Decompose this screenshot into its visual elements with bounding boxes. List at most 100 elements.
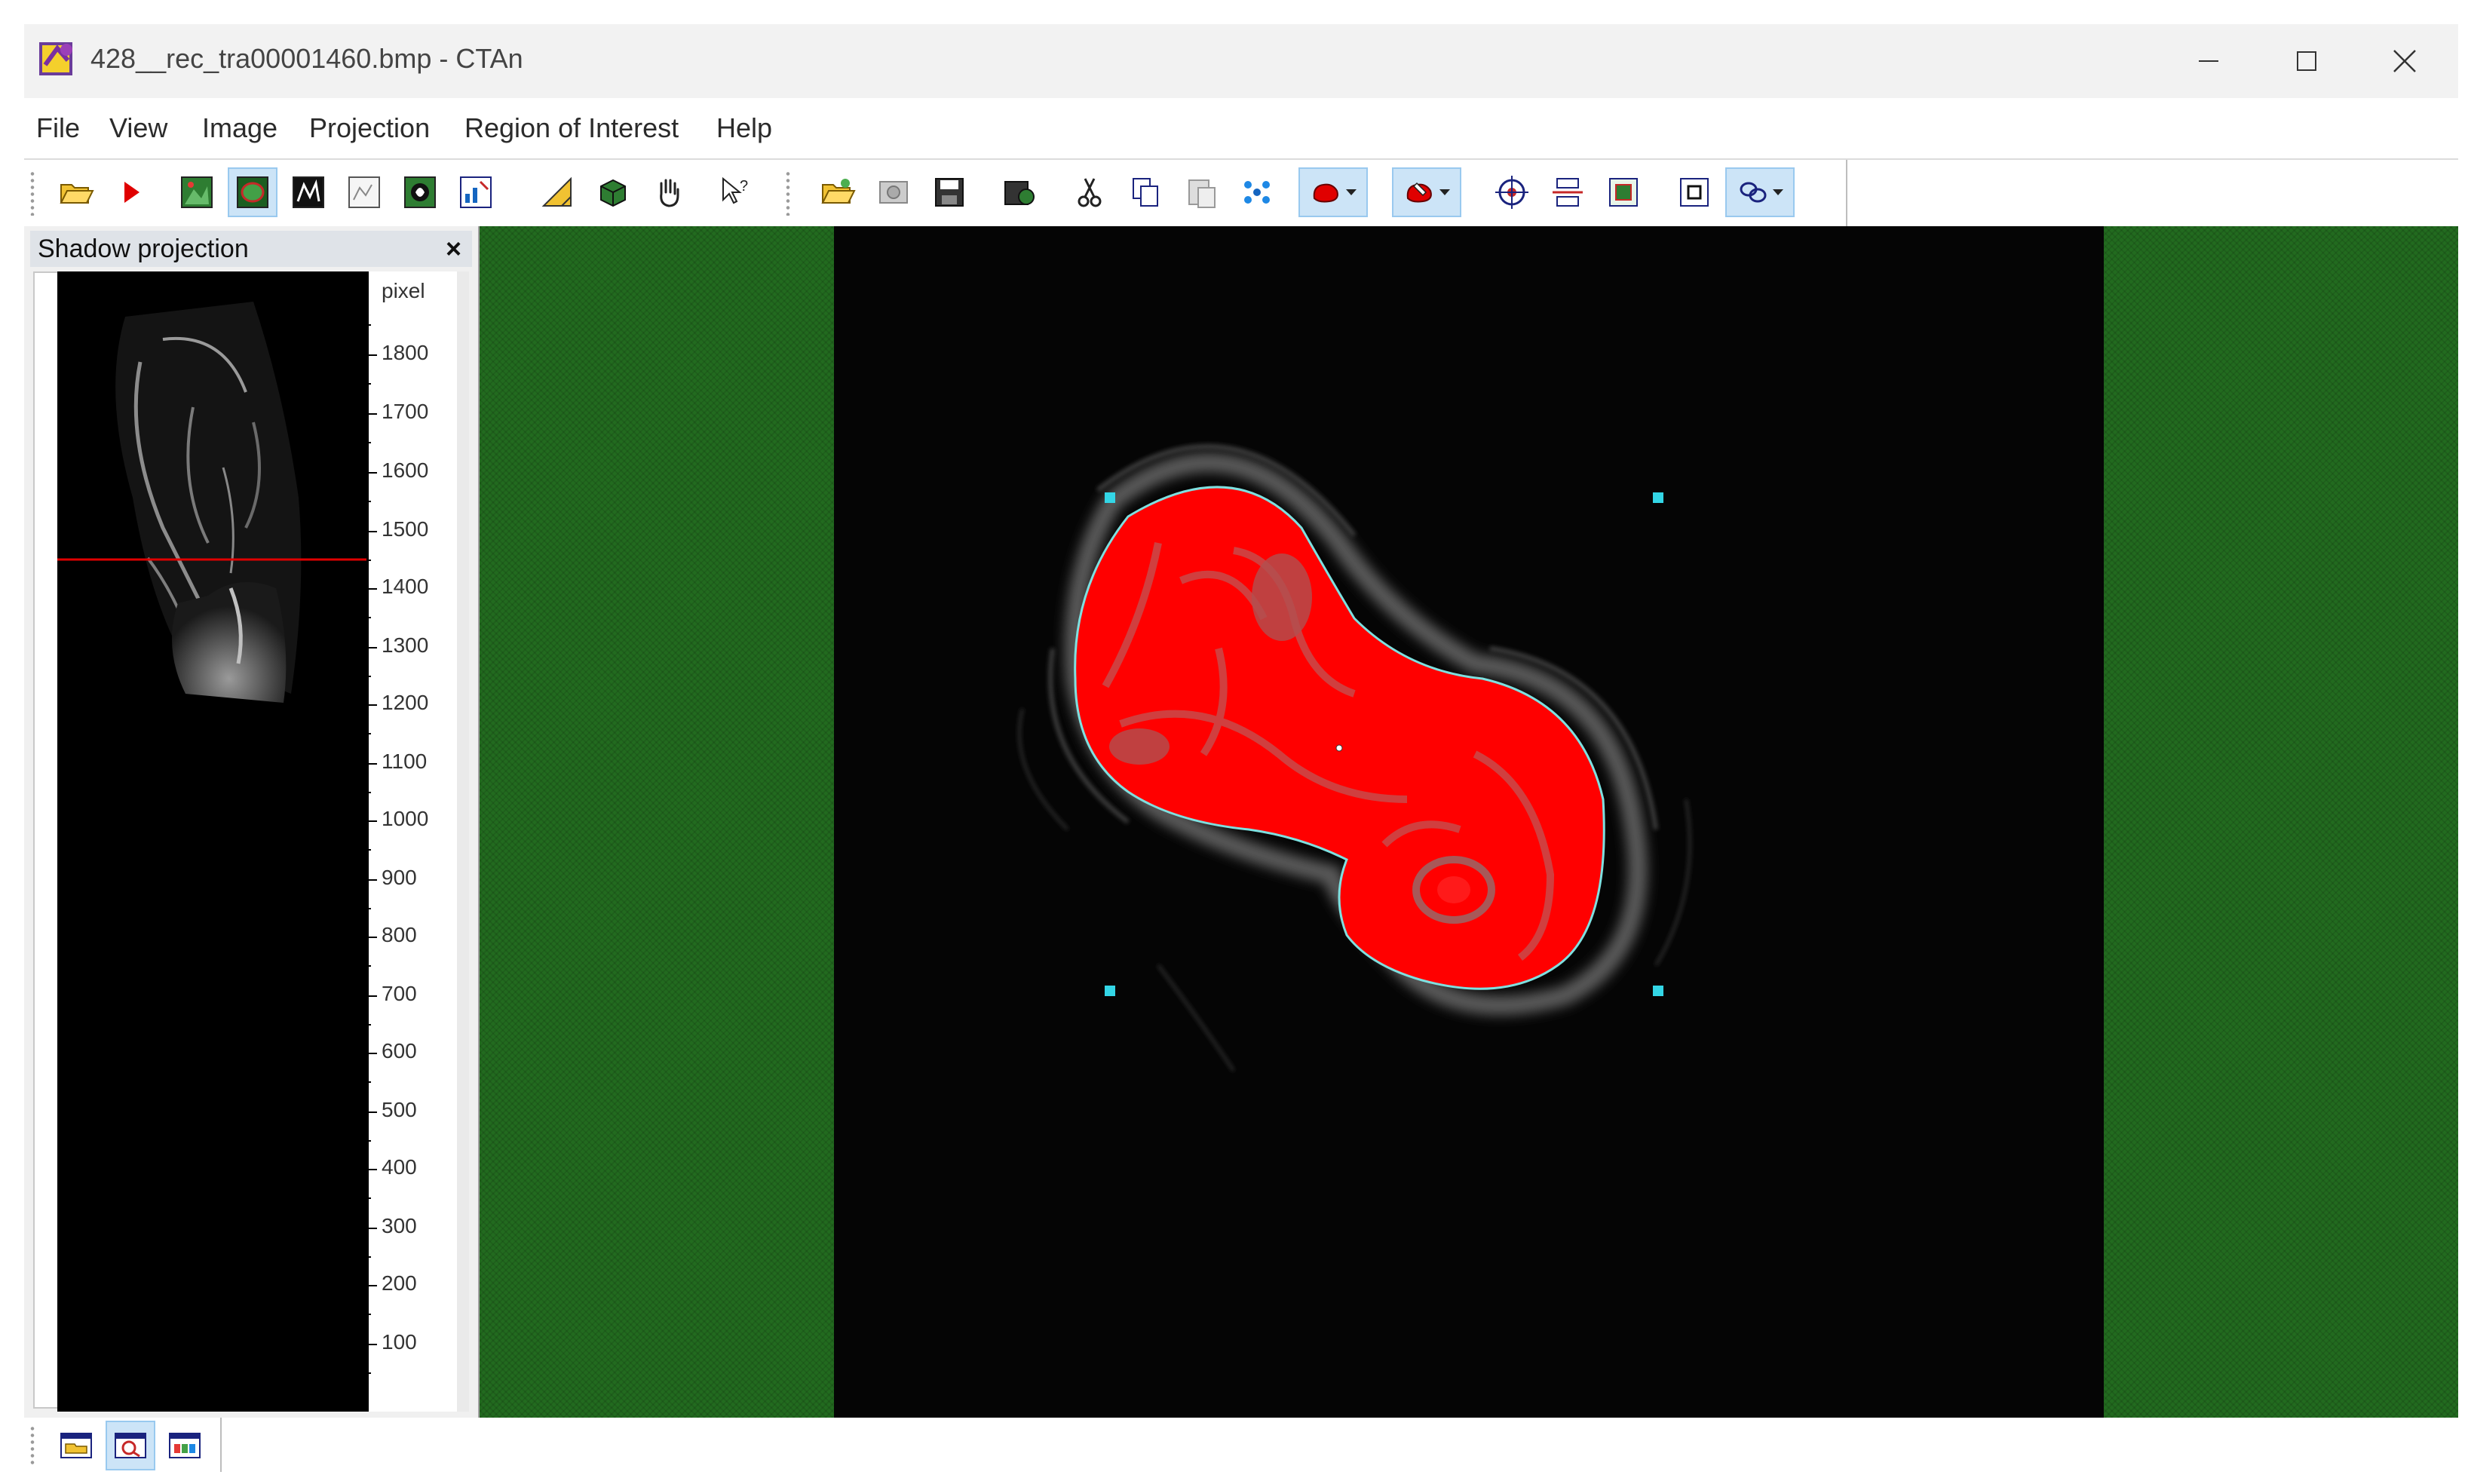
raw-image-button[interactable]: [172, 167, 222, 217]
close-icon: [2393, 50, 2416, 72]
dataset-browser-button[interactable]: [51, 1421, 101, 1470]
menu-region-of-interest[interactable]: Region of Interest: [464, 98, 679, 158]
roi-edit-dropdown[interactable]: [1392, 167, 1461, 217]
open-dataset-button[interactable]: [813, 167, 863, 217]
maximize-button[interactable]: [2258, 24, 2356, 98]
ruler-minor-tick: [366, 1024, 371, 1026]
open-folder-icon: [60, 184, 94, 204]
minimize-button[interactable]: [2160, 24, 2258, 98]
link-dropdown[interactable]: [1725, 167, 1795, 217]
color-palette-button[interactable]: [160, 1421, 210, 1470]
menu-projection[interactable]: Projection: [309, 98, 430, 158]
ruler-tick: [366, 937, 377, 938]
settings-button[interactable]: [869, 167, 918, 217]
bottom-toolbar-grip[interactable]: [30, 1425, 35, 1464]
toolbar-grip[interactable]: [30, 170, 35, 216]
roi-handle-top-left[interactable]: [1105, 492, 1115, 503]
roi-center-marker[interactable]: [1335, 744, 1343, 752]
ruler-minor-tick: [366, 560, 371, 561]
context-help-button[interactable]: ?: [710, 167, 760, 217]
align-icon: [1553, 178, 1583, 207]
ruler-tick: [366, 1228, 377, 1229]
menu-image[interactable]: Image: [202, 98, 277, 158]
ruler-minor-tick: [366, 676, 371, 677]
3d-model-icon: [600, 179, 626, 207]
pan-hand-button[interactable]: [644, 167, 694, 217]
ruler-label: 700: [382, 982, 417, 1005]
measure-button[interactable]: [532, 167, 582, 217]
ruler-minor-tick: [366, 1081, 371, 1083]
open-folder-button[interactable]: [51, 167, 101, 217]
ruler-label: 400: [382, 1155, 417, 1179]
roi-handle-bottom-left[interactable]: [1105, 986, 1115, 996]
ruler-label: 800: [382, 923, 417, 946]
menu-bar: File View Image Projection Region of Int…: [24, 98, 2458, 160]
play-icon: [124, 182, 139, 203]
interpolate-button[interactable]: [1232, 167, 1282, 217]
ruler-label: 200: [382, 1271, 417, 1295]
paste-icon: [1188, 179, 1216, 208]
close-button[interactable]: [2356, 24, 2454, 98]
align-button[interactable]: [1543, 167, 1593, 217]
menu-help[interactable]: Help: [716, 98, 772, 158]
processed-image-button[interactable]: [339, 167, 389, 217]
fit-button[interactable]: [1599, 167, 1648, 217]
roi-preview-icon: [115, 1433, 146, 1458]
menu-view[interactable]: View: [109, 98, 167, 158]
analysis-button[interactable]: [451, 167, 501, 217]
custom-processing-button[interactable]: [395, 167, 445, 217]
dataset-browser-icon: [60, 1433, 92, 1458]
save-roi-button[interactable]: [994, 167, 1044, 217]
panel-scrollbar[interactable]: [457, 271, 469, 1412]
copy-button[interactable]: [1121, 167, 1170, 217]
color-palette-icon: [169, 1433, 201, 1458]
cut-button[interactable]: [1065, 167, 1114, 217]
ruler-label: 1300: [382, 633, 429, 657]
maximize-icon: [2297, 51, 2316, 71]
ruler-minor-tick: [366, 501, 371, 502]
toolbar-grip-2[interactable]: [786, 170, 790, 216]
ruler-tick: [366, 1344, 377, 1345]
roi-edit-icon: [1406, 182, 1432, 203]
panel-close-button[interactable]: ×: [446, 231, 461, 267]
roi-preview-button[interactable]: [106, 1421, 155, 1470]
3d-model-button[interactable]: [588, 167, 638, 217]
ruler-tick: [366, 1053, 377, 1054]
ruler-label: 600: [382, 1039, 417, 1062]
ruler-minor-tick: [366, 908, 371, 909]
ruler-minor-tick: [366, 1372, 371, 1374]
title-bar: 428__rec_tra00001460.bmp - CTAn: [24, 24, 2458, 98]
chevron-down-icon: [1439, 189, 1450, 195]
ruler-minor-tick: [366, 1314, 371, 1315]
roi-handle-top-right[interactable]: [1653, 492, 1663, 503]
ruler-tick: [366, 763, 377, 765]
roi-shape-icon: [1313, 183, 1338, 203]
ruler-minor-tick: [366, 1140, 371, 1142]
play-button[interactable]: [106, 167, 155, 217]
context-help-icon: ?: [722, 176, 748, 204]
binary-image-button[interactable]: [284, 167, 333, 217]
roi-structure-blob: [1109, 728, 1170, 765]
ruler-label: 500: [382, 1098, 417, 1121]
ruler-label: 100: [382, 1330, 417, 1354]
ruler-tick: [366, 879, 377, 881]
ruler-label: 300: [382, 1214, 417, 1237]
rectangle-roi-button[interactable]: [1669, 167, 1719, 217]
save-icon: [935, 178, 964, 207]
save-button[interactable]: [924, 167, 974, 217]
paste-button[interactable]: [1176, 167, 1226, 217]
roi-shape-dropdown[interactable]: [1298, 167, 1368, 217]
binary-image-icon: [293, 176, 324, 208]
shadow-projection-image[interactable]: [57, 271, 366, 1412]
ruler-label: 1500: [382, 517, 429, 541]
roi-image-button[interactable]: [228, 167, 277, 217]
image-viewer[interactable]: [480, 226, 2458, 1418]
panel-header: Shadow projection ×: [30, 231, 472, 267]
menu-file[interactable]: File: [36, 98, 80, 158]
ruler-tick: [366, 1285, 377, 1286]
crosshair-button[interactable]: [1487, 167, 1537, 217]
custom-processing-icon: [404, 176, 436, 208]
raw-image-icon: [181, 176, 213, 208]
roi-handle-bottom-right[interactable]: [1653, 986, 1663, 996]
settings-icon: [879, 181, 908, 204]
